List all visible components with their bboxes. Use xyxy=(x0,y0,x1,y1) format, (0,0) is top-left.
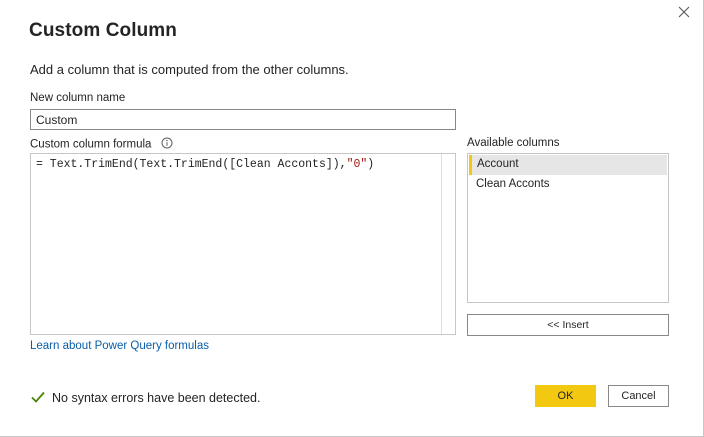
custom-column-dialog: Custom Column Add a column that is compu… xyxy=(0,0,704,437)
available-columns-label: Available columns xyxy=(467,137,560,149)
formula-text[interactable]: = Text.TrimEnd(Text.TrimEnd([Clean Accon… xyxy=(36,158,374,171)
new-column-name-input[interactable] xyxy=(30,109,456,130)
formula-label: Custom column formula xyxy=(30,138,152,151)
dialog-title: Custom Column xyxy=(29,20,178,41)
formula-code: = Text.TrimEnd(Text.TrimEnd([Clean Accon… xyxy=(36,158,347,171)
formula-code-end: ) xyxy=(367,158,375,171)
column-item-account[interactable]: Account xyxy=(469,155,667,175)
learn-formulas-link[interactable]: Learn about Power Query formulas xyxy=(30,340,209,352)
column-item-clean-acconts[interactable]: Clean Acconts xyxy=(469,175,667,195)
syntax-status-text: No syntax errors have been detected. xyxy=(52,391,261,405)
insert-button[interactable]: << Insert xyxy=(467,314,669,336)
formula-string-literal: "0" xyxy=(346,158,368,171)
checkmark-icon xyxy=(31,391,45,403)
new-column-name-label: New column name xyxy=(30,92,126,104)
dialog-subtitle: Add a column that is computed from the o… xyxy=(30,62,349,77)
available-columns-list[interactable]: Account Clean Acconts xyxy=(467,153,669,303)
formula-editor[interactable]: = Text.TrimEnd(Text.TrimEnd([Clean Accon… xyxy=(30,153,456,335)
close-icon[interactable] xyxy=(676,4,692,20)
info-icon[interactable] xyxy=(161,137,173,152)
ok-button[interactable]: OK xyxy=(535,385,596,407)
formula-scrollbar[interactable] xyxy=(441,154,455,334)
cancel-button[interactable]: Cancel xyxy=(608,385,669,407)
formula-label-row: Custom column formula xyxy=(30,137,173,152)
syntax-status: No syntax errors have been detected. xyxy=(30,389,260,405)
